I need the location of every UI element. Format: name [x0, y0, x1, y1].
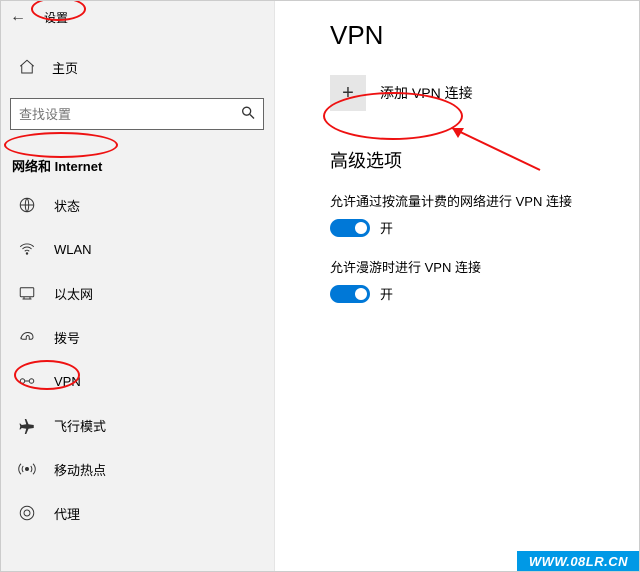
page-title: VPN [330, 20, 640, 51]
ethernet-icon [18, 284, 36, 302]
nav-label: 移动热点 [54, 460, 106, 479]
sidebar: ← 设置 主页 网络和 Internet 状态 WLAN [0, 0, 275, 572]
home-label: 主页 [52, 58, 78, 77]
nav-item-vpn[interactable]: VPN [0, 359, 274, 403]
option-label: 允许通过按流量计费的网络进行 VPN 连接 [330, 191, 640, 210]
hotspot-icon [18, 460, 36, 478]
wifi-icon [18, 240, 36, 258]
nav-item-hotspot[interactable]: 移动热点 [0, 447, 274, 491]
nav-item-status[interactable]: 状态 [0, 183, 274, 227]
globe-icon [18, 196, 36, 214]
advanced-title: 高级选项 [330, 147, 640, 173]
search-input[interactable] [10, 98, 264, 130]
nav-item-dialup[interactable]: 拨号 [0, 315, 274, 359]
toggle-state: 开 [380, 284, 393, 303]
search-icon[interactable] [240, 105, 256, 124]
nav-label: 代理 [54, 504, 80, 523]
nav-item-ethernet[interactable]: 以太网 [0, 271, 274, 315]
option-metered: 允许通过按流量计费的网络进行 VPN 连接 开 [330, 191, 640, 237]
watermark: WWW.08LR.CN [517, 551, 640, 572]
nav-label: VPN [54, 374, 81, 389]
window-title: 设置 [44, 9, 68, 26]
nav-label: WLAN [54, 242, 92, 257]
vpn-icon [18, 372, 36, 390]
option-label: 允许漫游时进行 VPN 连接 [330, 257, 640, 276]
nav-label: 飞行模式 [54, 416, 106, 435]
airplane-icon [18, 416, 36, 434]
plus-icon: + [330, 75, 366, 111]
nav-label: 拨号 [54, 328, 80, 347]
add-vpn-button[interactable]: + 添加 VPN 连接 [330, 75, 640, 111]
proxy-icon [18, 504, 36, 522]
nav-item-airplane[interactable]: 飞行模式 [0, 403, 274, 447]
toggle-roaming[interactable] [330, 285, 370, 303]
dialup-icon [18, 328, 36, 346]
nav-item-wlan[interactable]: WLAN [0, 227, 274, 271]
toggle-metered[interactable] [330, 219, 370, 237]
nav-item-proxy[interactable]: 代理 [0, 491, 274, 535]
nav: 状态 WLAN 以太网 拨号 VPN [0, 183, 274, 535]
add-vpn-label: 添加 VPN 连接 [380, 83, 473, 103]
topbar: ← 设置 [0, 0, 274, 34]
nav-label: 以太网 [54, 284, 93, 303]
option-roaming: 允许漫游时进行 VPN 连接 开 [330, 257, 640, 303]
toggle-state: 开 [380, 218, 393, 237]
back-icon[interactable]: ← [10, 8, 26, 26]
home-icon [18, 58, 36, 76]
nav-label: 状态 [54, 196, 80, 215]
home-button[interactable]: 主页 [0, 46, 274, 88]
section-header: 网络和 Internet [12, 156, 274, 175]
search-wrap [10, 98, 264, 130]
main-panel: VPN + 添加 VPN 连接 高级选项 允许通过按流量计费的网络进行 VPN … [275, 0, 640, 572]
